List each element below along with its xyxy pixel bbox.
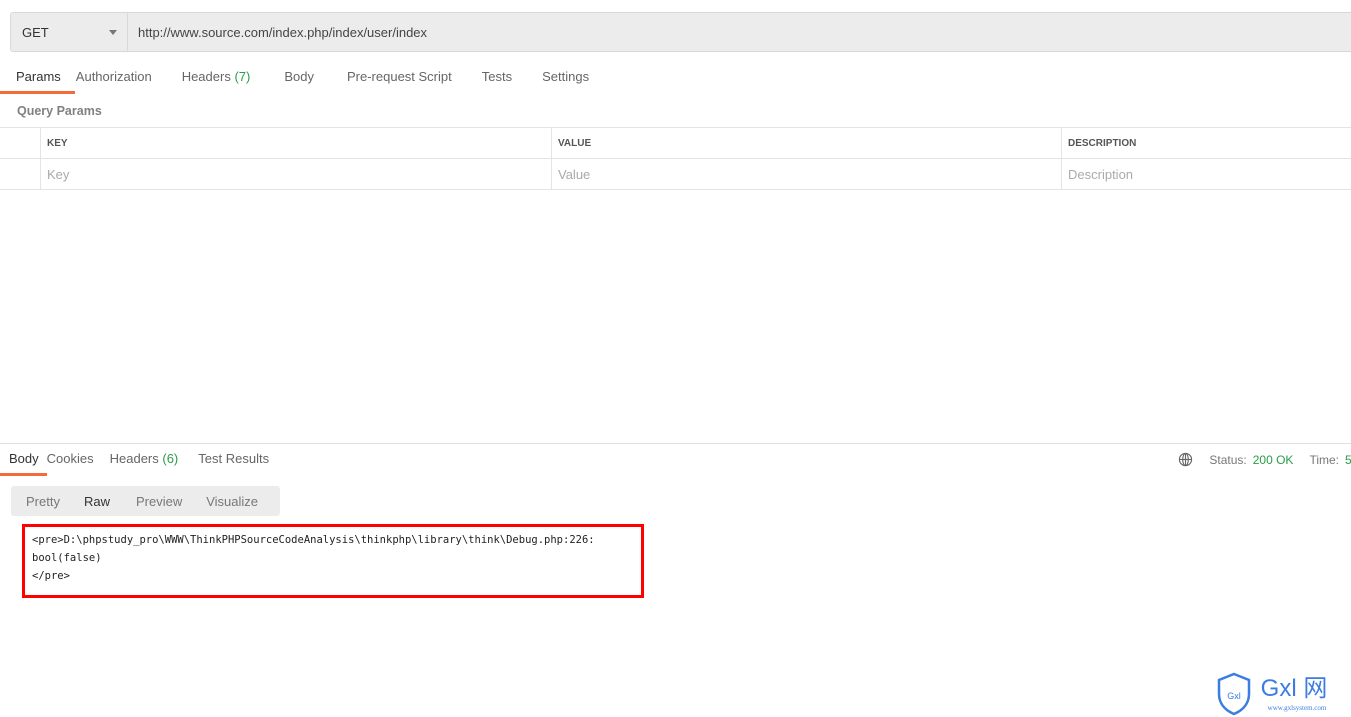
headers-count: (7) bbox=[234, 69, 251, 84]
tab-label: Cookies bbox=[46, 451, 94, 466]
row-checkbox bbox=[0, 159, 41, 189]
tab-label: Headers bbox=[109, 451, 159, 466]
response-body: <pre>D:\phpstudy_pro\WWW\ThinkPHPSourceC… bbox=[22, 524, 644, 598]
tab-settings[interactable]: Settings bbox=[542, 64, 589, 94]
url-bar: GET http://www.source.com/index.php/inde… bbox=[10, 12, 1351, 52]
shield-icon: Gxl bbox=[1217, 672, 1251, 716]
method-value: GET bbox=[22, 24, 49, 40]
query-params-title: Query Params bbox=[17, 104, 102, 118]
response-status: Status: 200 OK Time: 5 bbox=[1178, 452, 1351, 467]
tab-tests[interactable]: Tests bbox=[482, 64, 542, 94]
view-raw[interactable]: Raw bbox=[70, 494, 110, 509]
key-input[interactable]: Key bbox=[41, 159, 552, 189]
query-params-table: KEY VALUE DESCRIPTION Key Value Descript… bbox=[0, 127, 1351, 190]
tab-params[interactable]: Params bbox=[0, 64, 75, 94]
tab-label: Pre-request Script bbox=[346, 69, 452, 84]
description-input[interactable]: Description bbox=[1062, 167, 1351, 182]
tab-test-results[interactable]: Test Results bbox=[198, 446, 269, 476]
time-label: Time: bbox=[1309, 452, 1339, 467]
tab-response-headers[interactable]: Headers (6) bbox=[110, 446, 199, 476]
tab-pre-request-script[interactable]: Pre-request Script bbox=[347, 64, 482, 94]
view-mode-tabs: Pretty Raw Preview Visualize bbox=[11, 486, 280, 516]
method-select[interactable]: GET bbox=[11, 13, 128, 51]
status-label: Status: bbox=[1209, 452, 1247, 467]
tab-label: Test Results bbox=[198, 451, 270, 466]
tab-label: Tests bbox=[481, 69, 513, 84]
table-header: KEY VALUE DESCRIPTION bbox=[0, 128, 1351, 159]
svg-text:Gxl: Gxl bbox=[1227, 691, 1241, 701]
tab-cookies[interactable]: Cookies bbox=[47, 446, 110, 476]
tab-authorization[interactable]: Authorization bbox=[76, 64, 182, 94]
tab-label: Settings bbox=[542, 69, 590, 84]
tab-response-body[interactable]: Body bbox=[0, 446, 47, 476]
value-header: VALUE bbox=[552, 128, 1062, 158]
request-tabs: Params Authorization Headers (7) Body Pr… bbox=[0, 64, 589, 94]
url-input[interactable]: http://www.source.com/index.php/index/us… bbox=[128, 25, 427, 40]
tab-label: Params bbox=[16, 69, 61, 84]
table-row: Key Value Description bbox=[0, 159, 1351, 190]
watermark-logo: Gxl Gxl 网 www.gxlsystem.com bbox=[1216, 672, 1342, 716]
svg-text:www.gxlsystem.com: www.gxlsystem.com bbox=[1268, 704, 1327, 712]
globe-icon[interactable] bbox=[1178, 452, 1193, 467]
tab-label: Body bbox=[284, 69, 314, 84]
view-pretty[interactable]: Pretty bbox=[11, 494, 60, 509]
description-header: DESCRIPTION bbox=[1068, 137, 1137, 149]
checkbox-column bbox=[0, 128, 41, 158]
tab-label: Authorization bbox=[75, 69, 152, 84]
value-input[interactable]: Value bbox=[552, 159, 1062, 189]
response-tabs: Body Cookies Headers (6) Test Results bbox=[0, 446, 269, 476]
status-value: 200 OK bbox=[1252, 452, 1294, 467]
key-header: KEY bbox=[41, 128, 552, 158]
tab-body[interactable]: Body bbox=[284, 64, 347, 94]
tab-headers[interactable]: Headers (7) bbox=[182, 64, 285, 94]
tab-label: Headers bbox=[181, 69, 231, 84]
headers-count: (6) bbox=[162, 451, 179, 466]
tab-label: Body bbox=[9, 451, 39, 466]
gxl-logo: Gxl 网 www.gxlsystem.com bbox=[1261, 675, 1328, 712]
view-preview[interactable]: Preview bbox=[120, 494, 182, 509]
chevron-down-icon bbox=[109, 29, 117, 35]
view-visualize[interactable]: Visualize bbox=[192, 494, 258, 509]
svg-text:Gxl 网: Gxl 网 bbox=[1261, 675, 1328, 702]
time-value: 5 bbox=[1345, 452, 1351, 467]
pane-divider[interactable] bbox=[0, 443, 1351, 444]
